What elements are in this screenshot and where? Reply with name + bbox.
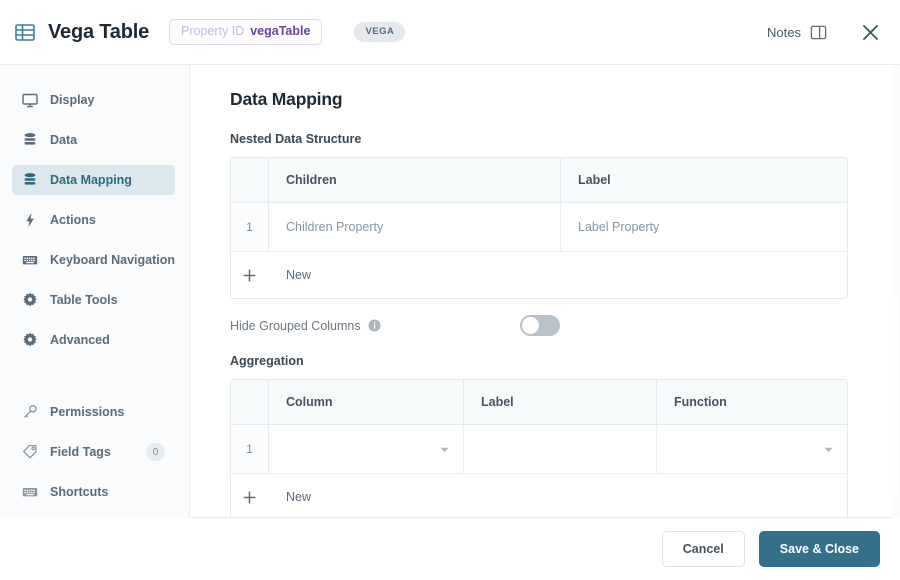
sidebar-item-table-tools[interactable]: Table Tools [12, 285, 175, 315]
chevron-down-icon [824, 442, 833, 456]
dialog-header: Vega Table Property ID vegaTable VEGA Not… [0, 0, 900, 65]
table-row: 1 [231, 425, 847, 474]
sidebar-item-field-tags[interactable]: Field Tags 0 [12, 437, 175, 467]
cancel-button[interactable]: Cancel [661, 531, 745, 567]
table-row: 1 Children Property Label Property [231, 203, 847, 252]
column-header-column: Column [269, 380, 464, 424]
sidebar-item-advanced[interactable]: Advanced [12, 325, 175, 355]
row-gutter-header [231, 380, 269, 424]
sidebar-item-keyboard-navigation[interactable]: Keyboard Navigation [12, 245, 175, 275]
aggregation-label-input[interactable] [464, 425, 657, 473]
close-button[interactable] [861, 23, 880, 42]
notes-label: Notes [767, 24, 801, 40]
database-icon [22, 132, 38, 148]
sidebar-item-label: Data Mapping [50, 173, 132, 187]
sidebar-item-data-mapping[interactable]: Data Mapping [12, 165, 175, 195]
sidebar-divider-gap [0, 365, 189, 397]
aggregation-column-select[interactable] [269, 425, 464, 473]
keyboard-icon [22, 252, 38, 268]
vega-badge: VEGA [354, 22, 406, 42]
add-row-label: New [286, 490, 312, 504]
plus-icon [242, 268, 257, 283]
panel-right-icon [810, 24, 827, 41]
column-header-label: Label [464, 380, 657, 424]
monitor-icon [22, 92, 38, 108]
field-tags-count-badge: 0 [146, 443, 165, 461]
scrollbar-thumb[interactable] [893, 295, 899, 495]
settings-content: Data Mapping Nested Data Structure Child… [190, 65, 900, 518]
sidebar-item-label: Field Tags [50, 445, 111, 459]
add-new-nested-row[interactable]: New [231, 252, 847, 298]
dialog-body: Display Data Data Mapping Actions Keyboa… [0, 65, 900, 518]
aggregation-label: Aggregation [230, 354, 304, 368]
aggregation-table: Column Label Function 1 New [230, 379, 848, 517]
sidebar-item-display[interactable]: Display [12, 85, 175, 115]
sidebar-item-label: Table Tools [50, 293, 118, 307]
sidebar-item-shortcuts[interactable]: Shortcuts [12, 477, 175, 507]
chevron-down-icon [440, 442, 449, 456]
property-id-key: Property ID [181, 24, 245, 39]
save-and-close-button[interactable]: Save & Close [758, 531, 880, 567]
vertical-scrollbar[interactable] [892, 65, 900, 518]
sidebar-item-label: Advanced [50, 333, 110, 347]
info-icon[interactable] [368, 319, 381, 332]
gear-icon [22, 292, 38, 308]
sidebar-item-data[interactable]: Data [12, 125, 175, 155]
table-header-row: Children Label [231, 158, 847, 203]
table-header-row: Column Label Function [231, 380, 847, 425]
aggregation-function-select[interactable] [657, 425, 847, 473]
add-row-gutter [231, 474, 269, 517]
hide-grouped-columns-toggle[interactable] [520, 315, 560, 336]
sidebar-item-label: Permissions [50, 405, 125, 419]
keyboard-icon [22, 484, 38, 500]
column-header-label: Label [578, 173, 611, 187]
notes-button[interactable]: Notes [767, 24, 827, 41]
sidebar-item-label: Data [50, 133, 78, 147]
sidebar-item-permissions[interactable]: Permissions [12, 397, 175, 427]
label-property-input[interactable]: Label Property [561, 203, 847, 251]
sidebar-item-label: Shortcuts [50, 485, 109, 499]
sidebar-item-label: Display [50, 93, 95, 107]
row-index: 1 [231, 203, 269, 251]
row-gutter-header [231, 158, 269, 202]
add-new-aggregation-row[interactable]: New [231, 474, 847, 517]
column-header-function: Function [674, 395, 727, 409]
header-left-group: Vega Table Property ID vegaTable VEGA [14, 19, 406, 45]
tag-icon [22, 444, 38, 460]
header-right-group: Notes [767, 23, 880, 42]
plus-icon [242, 490, 257, 505]
main-panel: Data Mapping Nested Data Structure Child… [190, 65, 900, 518]
column-header-children: Children [269, 158, 561, 202]
sidebar-item-label: Keyboard Navigation [50, 253, 176, 267]
add-row-gutter [231, 252, 269, 298]
hide-grouped-columns-label: Hide Grouped Columns [230, 318, 361, 333]
add-row-label: New [286, 268, 312, 282]
sidebar: Display Data Data Mapping Actions Keyboa… [0, 65, 190, 518]
children-property-input[interactable]: Children Property [269, 203, 561, 251]
settings-dialog: Vega Table Property ID vegaTable VEGA Not… [0, 0, 900, 580]
nested-data-structure-label: Nested Data Structure [230, 132, 362, 146]
toggle-knob [522, 317, 539, 334]
gear-icon [22, 332, 38, 348]
nested-data-structure-table: Children Label 1 Children Property Label… [230, 157, 848, 299]
hide-grouped-columns-row: Hide Grouped Columns [230, 315, 560, 336]
section-title: Data Mapping [230, 89, 343, 109]
table-grid-icon [14, 21, 36, 43]
dialog-footer: Cancel Save & Close [0, 518, 900, 580]
sidebar-item-actions[interactable]: Actions [12, 205, 175, 235]
lightning-bolt-icon [22, 212, 38, 228]
close-icon [861, 23, 880, 42]
row-index: 1 [231, 425, 269, 473]
property-id-value: vegaTable [250, 24, 311, 39]
property-id-chip[interactable]: Property ID vegaTable [169, 19, 323, 45]
sidebar-item-label: Actions [50, 213, 96, 227]
key-icon [22, 404, 38, 420]
page-title: Vega Table [48, 20, 150, 43]
database-icon [22, 172, 38, 188]
